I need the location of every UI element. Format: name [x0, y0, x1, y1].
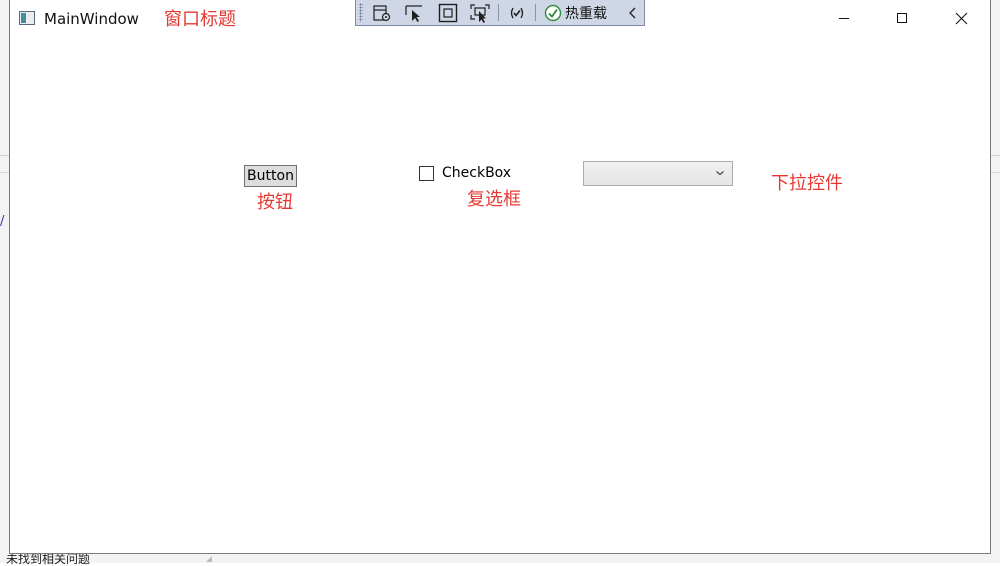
collapse-toolbar-button[interactable]	[626, 3, 640, 23]
hot-reload-ok-icon	[544, 4, 562, 22]
main-window: MainWindow 窗口标题 Button 按钮 CheckBox 复选框 下…	[9, 0, 991, 554]
toolbar-separator	[535, 4, 536, 21]
maximize-icon	[897, 13, 907, 23]
annotation-combobox: 下拉控件	[771, 173, 843, 194]
close-button[interactable]	[938, 0, 984, 36]
app-icon[interactable]	[19, 11, 35, 25]
display-layout-adorners-icon[interactable]	[437, 3, 459, 23]
chevron-down-icon	[716, 171, 724, 176]
annotation-button: 按钮	[257, 192, 293, 213]
minimize-icon	[839, 18, 849, 19]
chevron-left-icon	[629, 7, 636, 19]
checkbox-label[interactable]: CheckBox	[442, 165, 511, 181]
background-text-fragment: /	[0, 214, 5, 229]
combobox[interactable]	[583, 161, 733, 186]
track-focus-icon[interactable]	[469, 3, 491, 23]
close-icon	[955, 12, 967, 24]
minimize-button[interactable]	[821, 0, 867, 36]
annotation-checkbox: 复选框	[467, 189, 521, 210]
checkbox[interactable]: CheckBox	[419, 163, 511, 183]
checkbox-box[interactable]	[419, 165, 434, 181]
background-status-text: 未找到相关问题	[6, 552, 91, 566]
hot-reload-label: 热重载	[565, 6, 607, 22]
annotation-window-title: 窗口标题	[164, 9, 236, 30]
xaml-binding-icon[interactable]	[506, 3, 528, 23]
main-button[interactable]: Button	[244, 165, 297, 187]
maximize-button[interactable]	[879, 0, 925, 36]
xaml-runtime-toolbar: 热重载	[355, 0, 645, 26]
window-title: MainWindow	[44, 10, 139, 28]
toolbar-grip-icon[interactable]	[359, 3, 363, 22]
resize-grip-icon	[206, 556, 212, 562]
select-visual-tree-icon[interactable]	[371, 3, 393, 23]
select-element-icon[interactable]	[404, 3, 426, 23]
hot-reload-status[interactable]: 热重载	[544, 3, 607, 23]
toolbar-separator	[498, 4, 499, 21]
